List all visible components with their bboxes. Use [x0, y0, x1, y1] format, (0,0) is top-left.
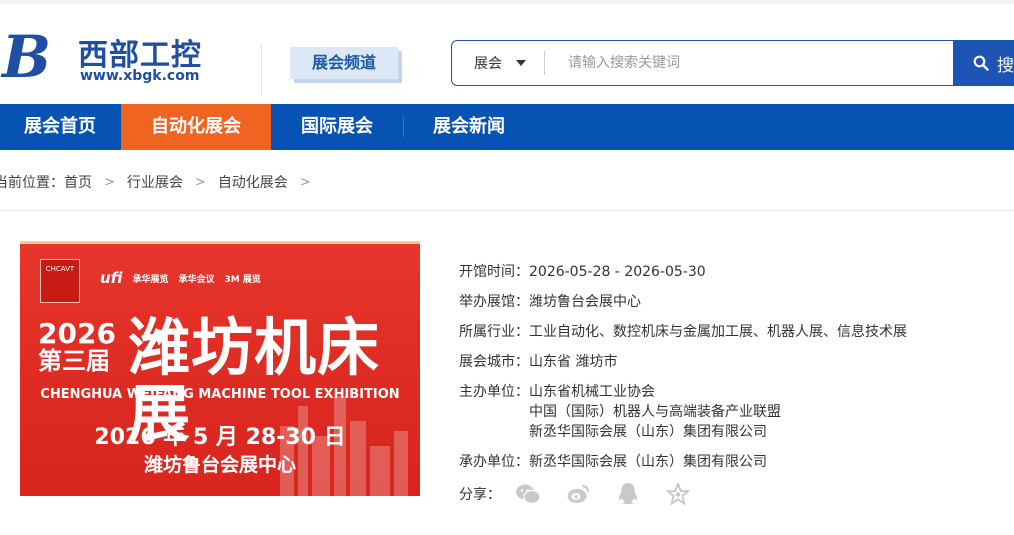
poster-logo: 承华展览 — [132, 274, 169, 285]
nav-item-expo-news[interactable]: 展会新闻 — [404, 104, 534, 150]
poster-badge: CHCAVT — [40, 259, 80, 303]
nav-item-automation-expo[interactable]: 自动化展会 — [121, 104, 271, 150]
header-divider — [261, 44, 262, 96]
header: B 西部工控 www.xbgk.com 展会频道 展会 搜 — [0, 4, 1014, 104]
search-box: 展会 — [451, 40, 954, 86]
breadcrumb-separator: > — [104, 174, 115, 190]
poster-top-line — [20, 241, 420, 244]
breadcrumb-link-home[interactable]: 首页 — [64, 172, 92, 192]
breadcrumb: 当前位置： 首页 > 行业展会 > 自动化展会 > — [0, 172, 323, 192]
main-nav: 展会首页 自动化展会 国际展会 展会新闻 — [0, 104, 1014, 150]
info-value: 工业自动化、数控机床与金属加工展、机器人展、信息技术展 — [529, 324, 907, 340]
search-input[interactable] — [556, 47, 936, 79]
wechat-icon[interactable] — [515, 482, 541, 506]
poster-logo: 承华会议 — [178, 274, 215, 285]
info-value: 山东省 潍坊市 — [529, 354, 618, 370]
info-open-time: 开馆时间： 2026-05-28 - 2026-05-30 — [459, 262, 907, 282]
info-label: 举办展馆： — [459, 294, 529, 310]
share-label: 分享： — [459, 487, 501, 503]
organizer-item: 新丞华国际会展（山东）集团有限公司 — [529, 424, 767, 440]
weibo-icon[interactable] — [565, 482, 591, 506]
poster-year: 2026 — [38, 317, 116, 350]
info-venue: 举办展馆： 潍坊鲁台会展中心 — [459, 292, 907, 312]
expo-info: 开馆时间： 2026-05-28 - 2026-05-30 举办展馆： 潍坊鲁台… — [459, 262, 907, 506]
search-divider — [544, 51, 545, 75]
info-label: 所属行业： — [459, 324, 529, 340]
poster-venue: 潍坊鲁台会展中心 — [143, 454, 296, 476]
breadcrumb-link-automation-expo[interactable]: 自动化展会 — [218, 172, 288, 192]
info-city: 展会城市： 山东省 潍坊市 — [459, 352, 907, 372]
poster-logo: 3M 展览 — [224, 274, 261, 285]
info-undertaker: 承办单位： 新丞华国际会展（山东）集团有限公司 — [459, 452, 907, 472]
breadcrumb-separator: > — [299, 174, 311, 190]
logo-mark: B — [2, 23, 52, 91]
search-category-select[interactable]: 展会 — [452, 41, 544, 85]
breadcrumb-label: 当前位置： — [0, 175, 64, 191]
site-logo[interactable]: B 西部工控 www.xbgk.com — [0, 26, 215, 88]
nav-item-expo-home[interactable]: 展会首页 — [0, 104, 120, 150]
info-value: 潍坊鲁台会展中心 — [529, 294, 641, 310]
info-organizers: 主办单位： 山东省机械工业协会 中国（国际）机器人与高端装备产业联盟 新丞华国际… — [459, 382, 907, 442]
poster-logo: ufi — [100, 269, 123, 287]
breadcrumb-separator: > — [194, 174, 206, 190]
info-value: 新丞华国际会展（山东）集团有限公司 — [529, 454, 767, 470]
organizer-item: 山东省机械工业协会 — [529, 384, 655, 400]
info-value: 2026-05-28 - 2026-05-30 — [529, 264, 706, 280]
logo-url: www.xbgk.com — [80, 68, 200, 84]
poster-date: 2026 年 5 月 28-30 日 — [94, 425, 346, 450]
expo-poster-image: CHCAVT ufi 承华展览 承华会议 3M 展览 2026 第三届 潍坊机床… — [20, 241, 420, 496]
breadcrumb-link-industry-expo[interactable]: 行业展会 — [127, 172, 183, 192]
info-label: 开馆时间： — [459, 264, 529, 280]
search-button[interactable]: 搜 — [953, 40, 1014, 86]
qq-icon[interactable] — [615, 482, 641, 506]
content-divider — [0, 210, 1014, 211]
info-label: 承办单位： — [459, 454, 529, 470]
share-bar: 分享： — [459, 482, 907, 506]
poster-logos: ufi 承华展览 承华会议 3M 展览 — [100, 267, 261, 289]
organizer-item: 中国（国际）机器人与高端装备产业联盟 — [529, 404, 781, 420]
search-category-label: 展会 — [474, 56, 502, 72]
nav-item-international-expo[interactable]: 国际展会 — [271, 104, 403, 150]
info-label: 展会城市： — [459, 354, 529, 370]
channel-label[interactable]: 展会频道 — [290, 47, 398, 79]
poster-session: 第三届 — [38, 347, 110, 375]
search-button-label: 搜 — [997, 55, 1014, 76]
info-industry: 所属行业： 工业自动化、数控机床与金属加工展、机器人展、信息技术展 — [459, 322, 907, 342]
search-icon — [973, 55, 989, 71]
organizer-list: 山东省机械工业协会 中国（国际）机器人与高端装备产业联盟 新丞华国际会展（山东）… — [529, 382, 781, 442]
poster-english-title: CHENGHUA WEIFANG MACHINE TOOL EXHIBITION — [40, 387, 400, 402]
favorite-icon[interactable] — [665, 482, 691, 506]
caret-down-icon — [516, 60, 526, 66]
info-label: 主办单位： — [459, 384, 529, 400]
